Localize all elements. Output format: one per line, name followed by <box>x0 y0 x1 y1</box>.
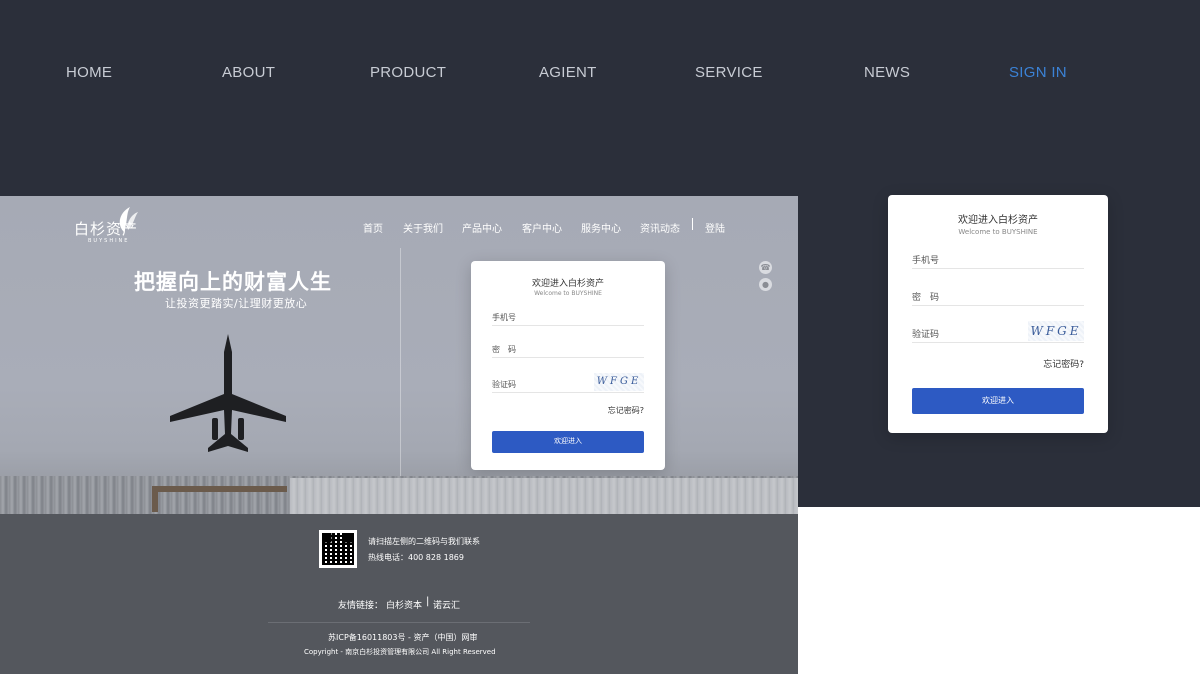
top-nav: HOME ABOUT PRODUCT AGIENT SERVICE NEWS S… <box>0 0 1200 196</box>
white-area <box>798 507 1200 674</box>
hotline-text: 热线电话：400 828 1869 <box>368 553 464 562</box>
captcha-image[interactable]: WFGE <box>1028 321 1084 341</box>
password-field[interactable]: 密 码 <box>492 341 644 358</box>
phone-label: 手机号 <box>912 256 940 266</box>
phone-label: 手机号 <box>492 313 516 322</box>
submit-button[interactable]: 欢迎进入 <box>492 431 644 453</box>
logo-subtext: BUYSHINE <box>88 238 130 244</box>
login-card-small: 欢迎进入白杉资产 Welcome to BUYSHINE 手机号 密 码 验证码… <box>471 261 665 470</box>
hero-subtitle: 让投资更踏实/让理财更放心 <box>165 297 308 310</box>
site-nav-home[interactable]: 首页 <box>363 220 383 235</box>
logo-text: 白杉资产 <box>74 222 139 238</box>
captcha-field[interactable]: 验证码 WFGE <box>492 373 644 393</box>
site-footer: 请扫描左侧的二维码与我们联系 热线电话：400 828 1869 友情链接： 白… <box>0 514 798 674</box>
forgot-password-link[interactable]: 忘记密码? <box>912 357 1084 370</box>
friend-links-label: 友情链接： <box>338 601 384 611</box>
login-card-large: 欢迎进入白杉资产 Welcome to BUYSHINE 手机号 密 码 验证码… <box>888 195 1108 433</box>
qr-text: 请扫描左侧的二维码与我们联系 <box>368 537 480 546</box>
logo[interactable]: 白杉资产 BUYSHINE <box>74 206 164 244</box>
password-field[interactable]: 密 码 <box>912 286 1084 306</box>
nav-about[interactable]: ABOUT <box>222 64 275 81</box>
phone-field[interactable]: 手机号 <box>912 249 1084 269</box>
copyright-text: Copyright - 南京白杉投资管理有限公司 All Right Reser… <box>304 648 496 656</box>
site-nav-product[interactable]: 产品中心 <box>462 220 502 235</box>
submit-button[interactable]: 欢迎进入 <box>912 388 1084 414</box>
password-label: 密 码 <box>492 345 516 354</box>
password-label: 密 码 <box>912 293 940 303</box>
site-nav-client[interactable]: 客户中心 <box>522 220 562 235</box>
nav-product[interactable]: PRODUCT <box>370 64 446 81</box>
hero-banner: 白杉资产 BUYSHINE 首页 关于我们 产品中心 客户中心 服务中心 资讯动… <box>0 196 798 514</box>
website-preview: 白杉资产 BUYSHINE 首页 关于我们 产品中心 客户中心 服务中心 资讯动… <box>0 196 798 674</box>
nav-service[interactable]: SERVICE <box>695 64 763 81</box>
site-nav-login[interactable]: 登陆 <box>705 220 725 235</box>
airplane-image <box>170 334 286 452</box>
ground-image <box>0 476 798 514</box>
site-nav-separator <box>692 218 693 230</box>
nav-home[interactable]: HOME <box>66 64 112 81</box>
captcha-label: 验证码 <box>492 380 516 389</box>
forgot-password-link[interactable]: 忘记密码? <box>492 405 644 416</box>
hero-title: 把握向上的财富人生 <box>134 270 332 294</box>
wechat-icon[interactable]: ● <box>759 278 772 291</box>
site-nav-news[interactable]: 资讯动态 <box>640 220 680 235</box>
nav-news[interactable]: NEWS <box>864 64 910 81</box>
login-title: 欢迎进入白杉资产 <box>531 279 604 289</box>
qr-code <box>319 530 357 568</box>
friend-link-separator: | <box>426 596 430 607</box>
captcha-field[interactable]: 验证码 WFGE <box>912 321 1084 343</box>
captcha-label: 验证码 <box>912 330 940 340</box>
nav-sign-in[interactable]: SIGN IN <box>1009 64 1067 81</box>
login-subtitle: Welcome to BUYSHINE <box>534 290 602 297</box>
captcha-image[interactable]: WFGE <box>594 373 644 391</box>
login-title: 欢迎进入白杉资产 <box>958 215 1038 226</box>
icp-text: 苏ICP备16011803号 - 资产（中国）网审 <box>328 633 478 642</box>
site-nav-service[interactable]: 服务中心 <box>581 220 621 235</box>
site-nav-about[interactable]: 关于我们 <box>403 220 443 235</box>
login-subtitle: Welcome to BUYSHINE <box>958 228 1038 236</box>
nav-agient[interactable]: AGIENT <box>539 64 597 81</box>
hero-divider <box>400 248 401 476</box>
phone-field[interactable]: 手机号 <box>492 309 644 326</box>
phone-icon[interactable]: ☎ <box>759 261 772 274</box>
footer-divider <box>268 622 530 623</box>
friend-link-1[interactable]: 诺云汇 <box>433 598 460 611</box>
friend-link-0[interactable]: 白杉资本 <box>386 598 422 611</box>
